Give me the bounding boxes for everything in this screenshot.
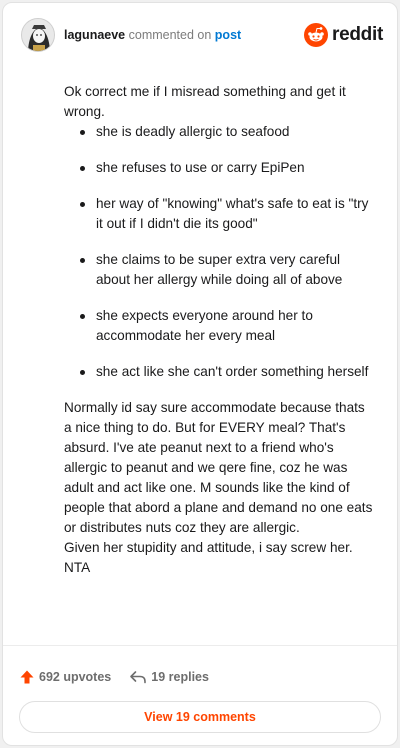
- reddit-wordmark: reddit: [332, 24, 383, 45]
- footer-divider: [3, 645, 397, 646]
- reddit-logo[interactable]: reddit: [304, 21, 383, 49]
- action-text: commented on: [128, 28, 212, 42]
- user-avatar[interactable]: [21, 18, 55, 52]
- reply-stat[interactable]: 19 replies: [129, 669, 209, 685]
- bullet-item: her way of "knowing" what's safe to eat …: [64, 194, 376, 234]
- bullet-item: she refuses to use or carry EpiPen: [64, 158, 376, 178]
- comment-conclusion: Given her stupidity and attitude, i say …: [64, 540, 353, 575]
- reply-count: 19 replies: [151, 670, 209, 684]
- post-link[interactable]: post: [215, 28, 241, 42]
- bullet-item: she act like she can't order something h…: [64, 362, 376, 382]
- comment-card: lagunaeve commented on post reddit Ok co…: [2, 2, 398, 746]
- comment-footer: 692 upvotes 19 replies: [19, 666, 209, 688]
- bullet-item: she claims to be super extra very carefu…: [64, 250, 376, 290]
- upvote-stat[interactable]: 692 upvotes: [19, 669, 111, 685]
- view-comments-button[interactable]: View 19 comments: [19, 701, 381, 733]
- username[interactable]: lagunaeve: [64, 28, 125, 42]
- reply-arrow-icon: [130, 671, 147, 684]
- comment-bullet-list: she is deadly allergic to seafood she re…: [64, 122, 376, 382]
- bullet-item: she is deadly allergic to seafood: [64, 122, 376, 142]
- reddit-snoo-icon: [304, 23, 329, 47]
- comment-paragraph: Normally id say sure accommodate because…: [64, 400, 373, 535]
- comment-meta: lagunaeve commented on post: [64, 28, 241, 42]
- upvote-arrow-icon: [20, 670, 34, 684]
- comment-header: lagunaeve commented on post reddit: [21, 18, 383, 54]
- comment-body: Ok correct me if I misread something and…: [64, 82, 376, 578]
- upvote-count: 692 upvotes: [39, 670, 112, 684]
- bullet-item: she expects everyone around her to accom…: [64, 306, 376, 346]
- comment-intro: Ok correct me if I misread something and…: [64, 84, 346, 119]
- avatar-illustration: [22, 19, 54, 51]
